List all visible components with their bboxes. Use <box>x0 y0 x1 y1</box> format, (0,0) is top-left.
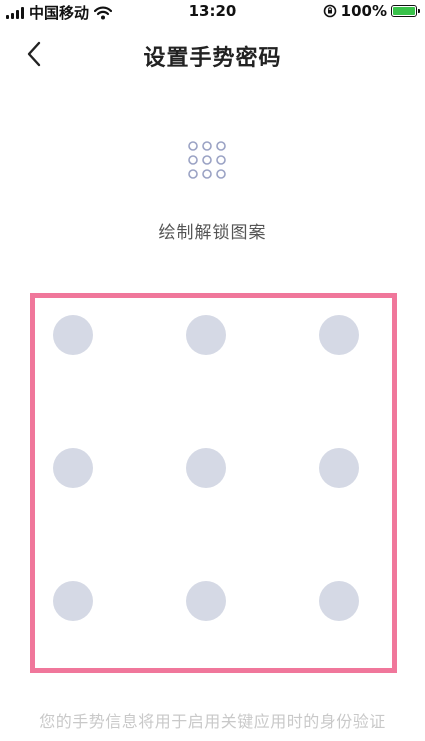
pattern-grid-icon <box>188 141 226 179</box>
instruction-text: 绘制解锁图案 <box>158 223 267 243</box>
pattern-dot-2[interactable] <box>186 315 226 355</box>
pattern-dot-7[interactable] <box>53 581 93 621</box>
pattern-dot-9[interactable] <box>319 581 359 621</box>
status-bar: 中国移动 13:20 100% <box>0 0 425 24</box>
pattern-dot-8[interactable] <box>186 581 226 621</box>
pattern-dot-5[interactable] <box>186 448 226 488</box>
orientation-lock-icon <box>323 4 336 18</box>
page-title: 设置手势密码 <box>143 46 282 71</box>
navigation-bar: 设置手势密码 <box>0 30 425 78</box>
pattern-lock-area[interactable] <box>30 293 397 673</box>
footer-note: 您的手势信息将用于启用关键应用时的身份验证 <box>39 712 386 731</box>
pattern-dot-1[interactable] <box>53 315 93 355</box>
pattern-dot-6[interactable] <box>319 448 359 488</box>
pattern-dot-3[interactable] <box>319 315 359 355</box>
pattern-dot-4[interactable] <box>53 448 93 488</box>
status-right: 100% <box>323 2 420 20</box>
battery-percent: 100% <box>340 2 387 20</box>
battery-level <box>393 7 415 15</box>
battery-charging-icon <box>391 5 420 17</box>
